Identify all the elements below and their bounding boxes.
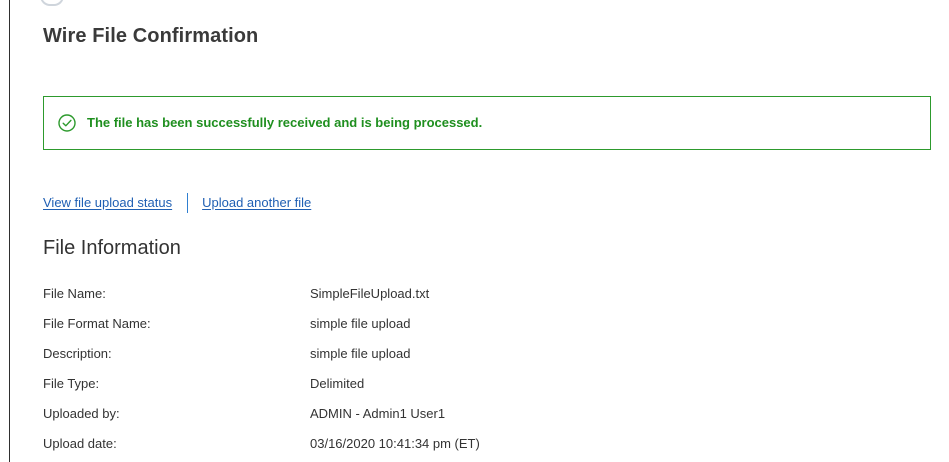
file-type-label: File Type: <box>43 376 100 391</box>
uploaded-by-value: ADMIN - Admin1 User1 <box>310 406 446 421</box>
success-alert: The file has been successfully received … <box>43 96 931 150</box>
alert-message: The file has been successfully received … <box>87 115 483 130</box>
file-format-name-row: File Format Name: simple file upload <box>43 309 663 339</box>
left-panel-divider <box>9 0 10 462</box>
file-type-row: File Type: Delimited <box>43 369 663 399</box>
upload-another-file-link[interactable]: Upload another file <box>202 195 311 211</box>
file-name-label: File Name: <box>43 286 106 301</box>
page-title: Wire File Confirmation <box>43 25 259 47</box>
file-information-heading: File Information <box>43 237 181 259</box>
file-format-name-value: simple file upload <box>310 316 411 331</box>
description-value: simple file upload <box>310 346 411 361</box>
link-divider <box>187 193 189 213</box>
action-links: View file upload status Upload another f… <box>43 193 311 213</box>
description-row: Description: simple file upload <box>43 339 663 369</box>
file-type-value: Delimited <box>310 376 365 391</box>
uploaded-by-label: Uploaded by: <box>43 406 120 421</box>
top-partial-element <box>36 0 64 8</box>
uploaded-by-row: Uploaded by: ADMIN - Admin1 User1 <box>43 399 663 429</box>
upload-date-row: Upload date: 03/16/2020 10:41:34 pm (ET) <box>43 429 663 459</box>
file-information-list: File Name: SimpleFileUpload.txt File For… <box>43 279 663 459</box>
file-name-row: File Name: SimpleFileUpload.txt <box>43 279 663 309</box>
file-name-value: SimpleFileUpload.txt <box>310 286 430 301</box>
description-label: Description: <box>43 346 112 361</box>
check-circle-icon <box>58 114 76 132</box>
upload-date-label: Upload date: <box>43 436 117 451</box>
upload-date-value: 03/16/2020 10:41:34 pm (ET) <box>310 436 480 451</box>
view-file-upload-status-link[interactable]: View file upload status <box>43 195 172 211</box>
file-format-name-label: File Format Name: <box>43 316 151 331</box>
